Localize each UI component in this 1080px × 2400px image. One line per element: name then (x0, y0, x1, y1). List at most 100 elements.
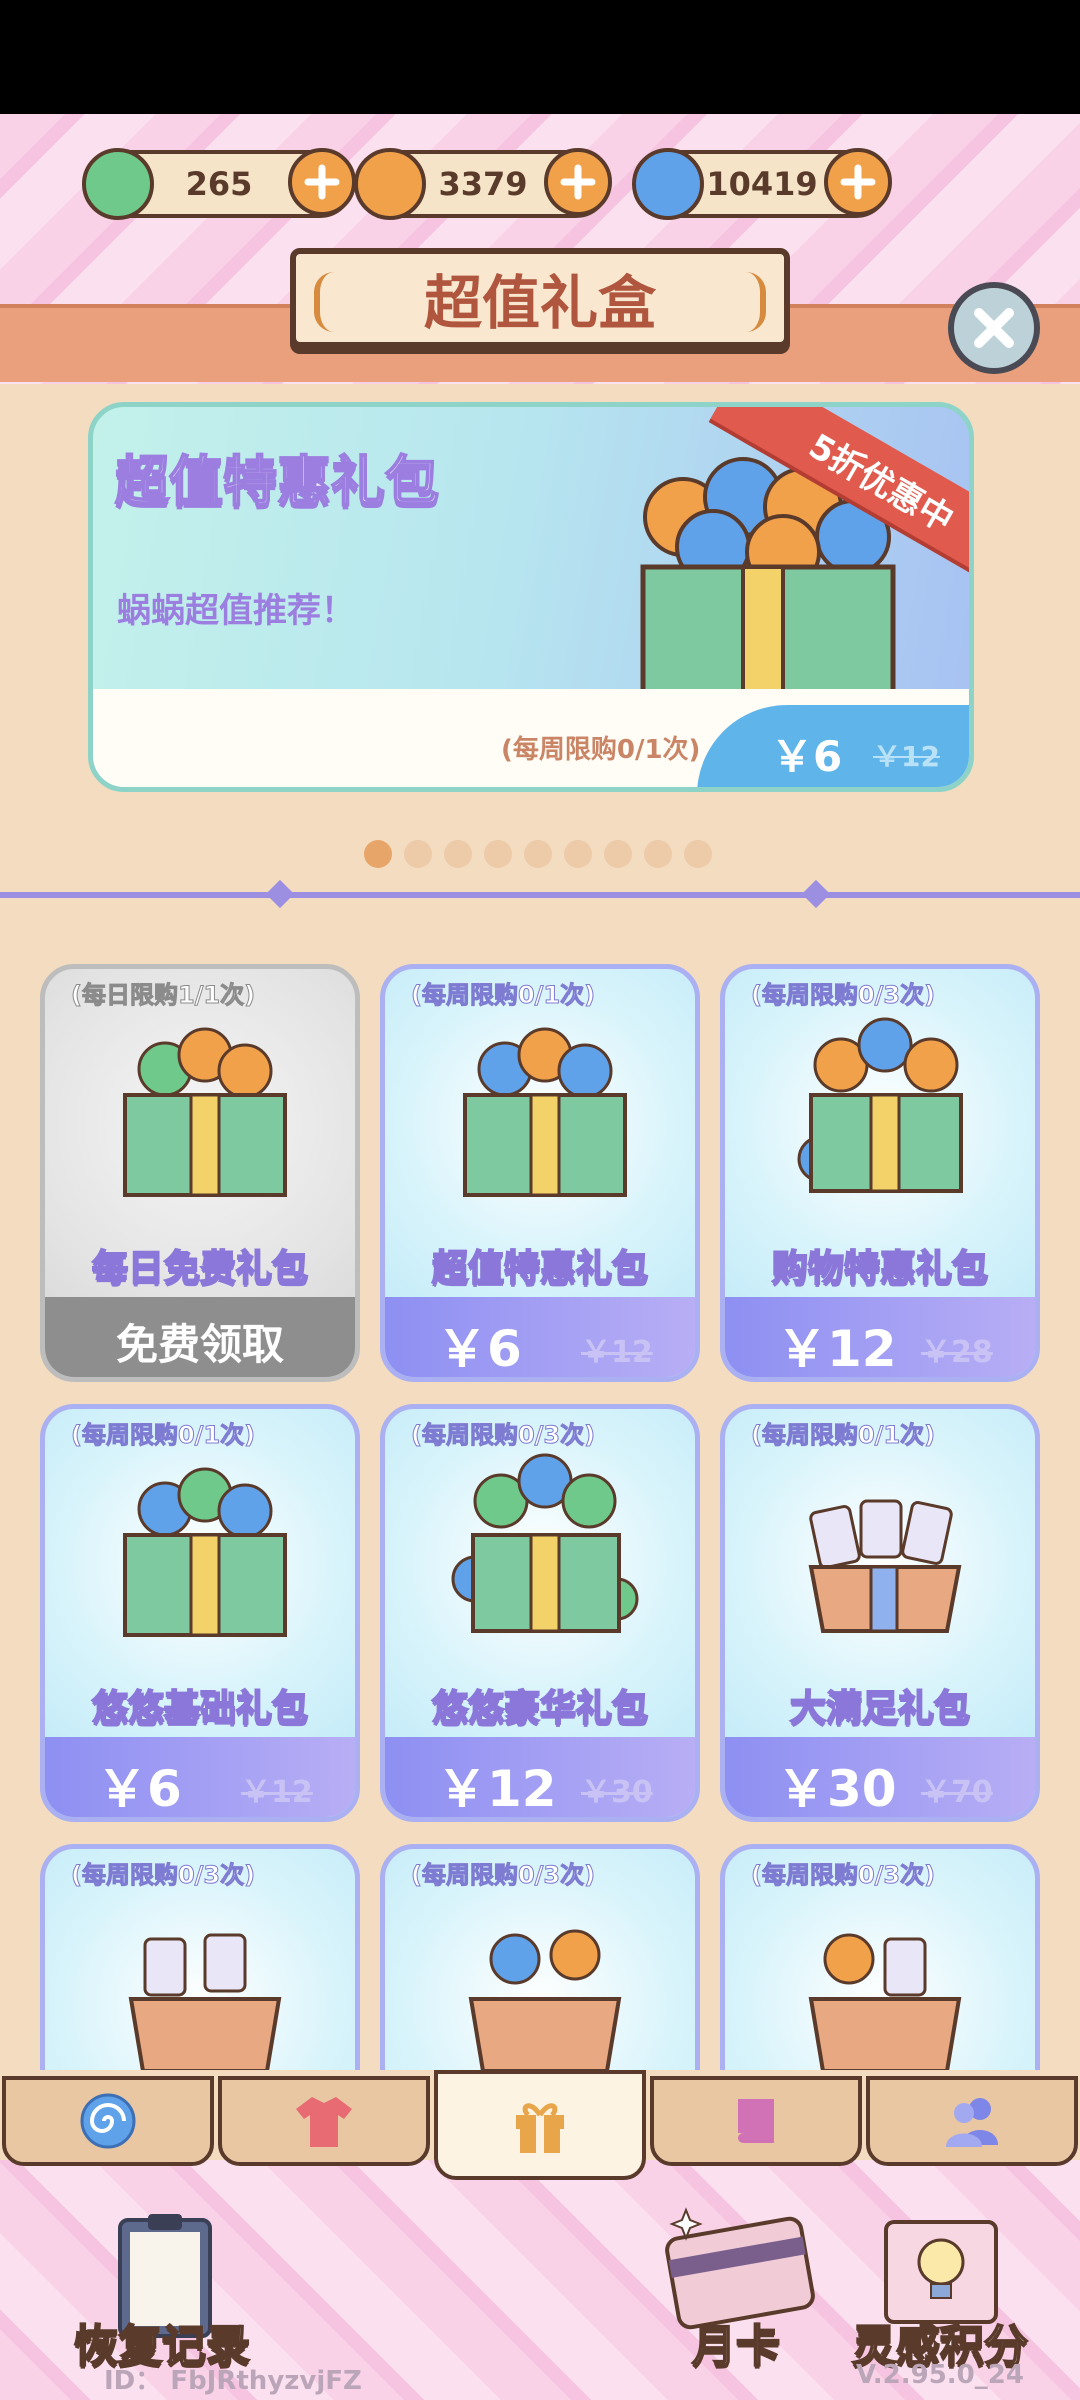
package-card-value-deal[interactable]: (每周限购0/1次) 超值特惠礼包 ￥6 ￥12 (380, 964, 700, 1382)
monthly-card-label: 月卡 (691, 2320, 781, 2373)
package-card-basic[interactable]: (每周限购0/1次) 悠悠基础礼包 ￥6 ￥12 (40, 1404, 360, 1822)
gift-box-icon (797, 1017, 963, 1193)
card-price: ￥12 (437, 1760, 557, 1818)
banner-old-price: ￥12 (873, 740, 940, 773)
left-ornament (314, 272, 354, 332)
card-price: ￥12 (777, 1320, 897, 1378)
card-limit: (每周限购0/3次) (750, 981, 936, 1010)
card-limit: (每周限购0/1次) (410, 981, 596, 1010)
card-old-price: ￥28 (921, 1335, 993, 1370)
banner-price-button[interactable]: ￥6 ￥12 (697, 705, 969, 787)
card-title: 悠悠基础礼包 (91, 1687, 309, 1730)
package-card-shopping-deal[interactable]: (每周限购0/3次) 购物特惠礼包 ￥12 ￥28 (720, 964, 1040, 1382)
buy-button[interactable]: ￥6 ￥12 (45, 1737, 355, 1817)
close-button[interactable] (948, 282, 1040, 374)
pager-dot[interactable] (684, 840, 712, 868)
coin-currency: 3379 (354, 148, 612, 220)
pager-dot[interactable] (604, 840, 632, 868)
card-price: ￥6 (97, 1760, 182, 1818)
card-price: ￥30 (777, 1760, 897, 1818)
package-card-deluxe[interactable]: (每周限购0/3次) 悠悠豪华礼包 ￥12 ￥30 (380, 1404, 700, 1822)
banner-limit: (每周限购0/1次) (501, 735, 701, 765)
add-coin-button[interactable] (544, 148, 612, 216)
card-limit: (每周限购0/3次) (70, 1861, 256, 1890)
card-title: 购物特惠礼包 (771, 1247, 989, 1290)
swirl-value: 10419 (706, 165, 818, 203)
featured-banner[interactable]: 超值特惠礼包 蜗蜗超值推荐！ 5折优惠中 (每周限购0/1次) ￥6 ￥12 (88, 402, 974, 792)
tab-clothes[interactable] (218, 2076, 430, 2166)
card-title: 悠悠豪华礼包 (431, 1687, 649, 1730)
clover-value: 265 (185, 165, 253, 203)
package-card[interactable]: (每周限购0/3次) (380, 1844, 700, 2070)
pager-dot[interactable] (444, 840, 472, 868)
pager-dot[interactable] (564, 840, 592, 868)
basket-icon (808, 1499, 962, 1633)
card-limit: (每周限购0/3次) (410, 1421, 596, 1450)
status-bar (0, 0, 1080, 114)
basket-icon (468, 1929, 622, 2070)
gift-box-icon (123, 1027, 287, 1197)
card-old-price: ￥70 (921, 1775, 993, 1810)
clover-icon (82, 148, 154, 220)
buy-button[interactable]: ￥12 ￥30 (385, 1737, 695, 1817)
card-title: 每日免费礼包 (91, 1247, 309, 1290)
pager-dot[interactable] (484, 840, 512, 868)
banner-subtitle: 蜗蜗超值推荐！ (117, 591, 355, 631)
claim-free-button[interactable]: 免费领取 (45, 1297, 355, 1377)
card-limit: (每周限购0/3次) (410, 1861, 596, 1890)
scroll-icon (738, 2099, 774, 2143)
player-id: ID： FbJRthyzvjFZ (104, 2366, 362, 2396)
section-divider (0, 892, 1080, 898)
pager-dot[interactable] (524, 840, 552, 868)
card-limit: (每日限购1/1次) (70, 981, 256, 1010)
tab-swirl[interactable] (2, 2076, 214, 2166)
package-card-big-satisfaction[interactable]: (每周限购0/1次) 大满足礼包 ￥30 ￥70 (720, 1404, 1040, 1822)
basket-icon (808, 1933, 962, 2070)
friends-icon (946, 2098, 998, 2147)
pager-dot[interactable] (404, 840, 432, 868)
divider-diamond (265, 879, 295, 909)
add-swirl-button[interactable] (824, 148, 892, 216)
package-grid: (每日限购1/1次) 每日免费礼包 免费领取 (每周限购0/1次) 超值特惠礼包… (0, 950, 1080, 2070)
gift-box-icon (463, 1027, 627, 1197)
claim-free-label: 免费领取 (115, 1320, 284, 1369)
swirl-currency: 10419 (632, 148, 892, 220)
add-clover-button[interactable] (288, 148, 356, 216)
card-old-price: ￥30 (581, 1775, 653, 1810)
shirt-icon (296, 2097, 352, 2147)
swirl-icon (632, 148, 704, 220)
package-card[interactable]: (每周限购0/3次) (40, 1844, 360, 2070)
buy-button[interactable]: ￥6 ￥12 (385, 1297, 695, 1377)
buy-button[interactable]: ￥12 ￥28 (725, 1297, 1035, 1377)
banner-pager (364, 840, 712, 868)
coin-icon (354, 148, 426, 220)
card-old-price: ￥12 (581, 1335, 653, 1370)
gift-box-icon (123, 1467, 287, 1637)
tab-gifts[interactable] (434, 2070, 646, 2180)
package-card[interactable]: (每周限购0/3次) (720, 1844, 1040, 2070)
tab-scroll[interactable] (650, 2076, 862, 2166)
card-old-price: ￥12 (241, 1775, 313, 1810)
card-title: 超值特惠礼包 (431, 1247, 649, 1290)
pager-dot[interactable] (364, 840, 392, 868)
version-text: V.2.95.0_24 (856, 2360, 1024, 2390)
clover-currency: 265 (82, 148, 356, 220)
tab-friends[interactable] (866, 2076, 1078, 2166)
divider-diamond (801, 879, 831, 909)
gift-icon (516, 2103, 564, 2153)
right-ornament (726, 272, 766, 332)
swirl-icon (80, 2093, 136, 2149)
close-icon (974, 308, 1014, 348)
card-limit: (每周限购0/1次) (750, 1421, 936, 1450)
title-plaque: 超值礼盒 (290, 248, 790, 348)
coin-value: 3379 (438, 165, 528, 203)
card-limit: (每周限购0/1次) (70, 1421, 256, 1450)
banner-price: ￥6 (771, 732, 843, 781)
gift-box-icon (451, 1453, 639, 1633)
card-price: ￥6 (437, 1320, 522, 1378)
tab-bar (0, 2070, 1080, 2180)
basket-icon (128, 1933, 282, 2070)
package-card-daily-free[interactable]: (每日限购1/1次) 每日免费礼包 免费领取 (40, 964, 360, 1382)
pager-dot[interactable] (644, 840, 672, 868)
buy-button[interactable]: ￥30 ￥70 (725, 1737, 1035, 1817)
